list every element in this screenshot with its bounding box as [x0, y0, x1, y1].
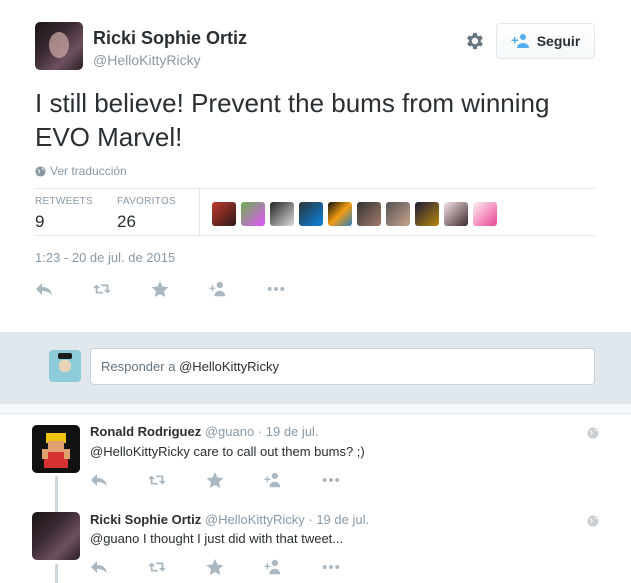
follow-user-icon[interactable]	[264, 557, 322, 577]
retweets-count: 9	[35, 212, 45, 231]
reply-author-handle[interactable]: @HelloKittyRicky	[205, 512, 305, 527]
favorite-icon[interactable]	[151, 279, 209, 299]
avatar[interactable]	[212, 202, 236, 226]
retweets-stat[interactable]: RETWEETS 9	[35, 196, 93, 232]
globe-icon	[35, 165, 46, 177]
reply-icon[interactable]	[90, 557, 148, 577]
reply-header: Ricki Sophie Ortiz @HelloKittyRicky · 19…	[90, 512, 369, 527]
avatar[interactable]	[299, 202, 323, 226]
avatar[interactable]	[270, 202, 294, 226]
follow-label: Seguir	[536, 33, 581, 49]
reply-author-handle[interactable]: @guano	[205, 424, 254, 439]
retweets-label: RETWEETS	[35, 196, 93, 207]
stats-divider	[199, 189, 200, 235]
thread-line	[55, 564, 58, 583]
favorites-stat[interactable]: FAVORITOS 26	[117, 196, 176, 232]
avatar[interactable]	[444, 202, 468, 226]
avatar[interactable]	[328, 202, 352, 226]
avatar[interactable]	[35, 22, 83, 70]
reply-input[interactable]: Responder a @HelloKittyRicky	[90, 348, 595, 385]
favorites-count: 26	[117, 212, 136, 231]
retweet-icon[interactable]	[93, 279, 151, 299]
translate-link[interactable]: Ver traducción	[35, 164, 127, 178]
tweet-timestamp[interactable]: 1:23 - 20 de jul. de 2015	[35, 250, 175, 265]
favorites-label: FAVORITOS	[117, 196, 177, 207]
avatar[interactable]	[357, 202, 381, 226]
tweet-text: I still believe! Prevent the bums from w…	[35, 88, 550, 152]
avatar[interactable]	[473, 202, 497, 226]
reply-text: @HelloKittyRicky care to call out them b…	[90, 444, 365, 459]
retweet-icon[interactable]	[148, 557, 206, 577]
avatar[interactable]	[241, 202, 265, 226]
follow-user-icon[interactable]	[264, 470, 322, 490]
reply-author-name[interactable]: Ronald Rodriguez	[90, 424, 201, 439]
avatar[interactable]	[415, 202, 439, 226]
favorite-icon[interactable]	[206, 470, 264, 490]
follow-user-icon[interactable]	[209, 279, 267, 299]
avatar[interactable]	[32, 425, 80, 473]
reply-handle: @HelloKittyRicky	[179, 359, 279, 374]
reply-icon[interactable]	[90, 470, 148, 490]
reply-text: @guano I thought I just did with that tw…	[90, 531, 344, 546]
reply-actions	[90, 557, 380, 577]
more-icon[interactable]	[267, 279, 325, 299]
follow-button[interactable]: Seguir	[496, 23, 595, 59]
reply-prefix: Responder a	[101, 359, 180, 374]
more-icon[interactable]	[322, 470, 380, 490]
favorite-icon[interactable]	[206, 557, 264, 577]
tweet-actions	[35, 279, 325, 299]
thread-line	[55, 476, 58, 502]
globe-icon	[587, 426, 599, 439]
more-icon[interactable]	[322, 557, 380, 577]
add-user-icon	[511, 34, 529, 48]
tweet-stats: RETWEETS 9 FAVORITOS 26	[35, 188, 595, 236]
reply-time[interactable]: · 19 de jul.	[258, 424, 319, 439]
author-name[interactable]: Ricki Sophie Ortiz	[93, 28, 247, 49]
favoriters-avatars	[212, 202, 497, 226]
avatar	[49, 350, 81, 382]
reply-tweet[interactable]: Ricki Sophie Ortiz @HelloKittyRicky · 19…	[0, 502, 631, 583]
author-handle[interactable]: @HelloKittyRicky	[93, 52, 201, 68]
tweet-header: Ricki Sophie Ortiz @HelloKittyRicky Segu…	[35, 22, 595, 72]
reply-box: Responder a @HelloKittyRicky	[0, 332, 631, 404]
avatar[interactable]	[386, 202, 410, 226]
conversation-separator	[0, 404, 631, 414]
reply-tweet[interactable]: Ronald Rodriguez @guano · 19 de jul. @He…	[0, 414, 631, 502]
retweet-icon[interactable]	[148, 470, 206, 490]
reply-time[interactable]: · 19 de jul.	[308, 512, 369, 527]
thread-line	[55, 502, 58, 512]
globe-icon	[587, 514, 599, 527]
avatar[interactable]	[32, 512, 80, 560]
gear-icon[interactable]	[463, 30, 485, 52]
reply-author-name[interactable]: Ricki Sophie Ortiz	[90, 512, 201, 527]
reply-icon[interactable]	[35, 279, 93, 299]
reply-actions	[90, 470, 380, 490]
reply-header: Ronald Rodriguez @guano · 19 de jul.	[90, 424, 319, 439]
translate-label: Ver traducción	[50, 164, 127, 178]
